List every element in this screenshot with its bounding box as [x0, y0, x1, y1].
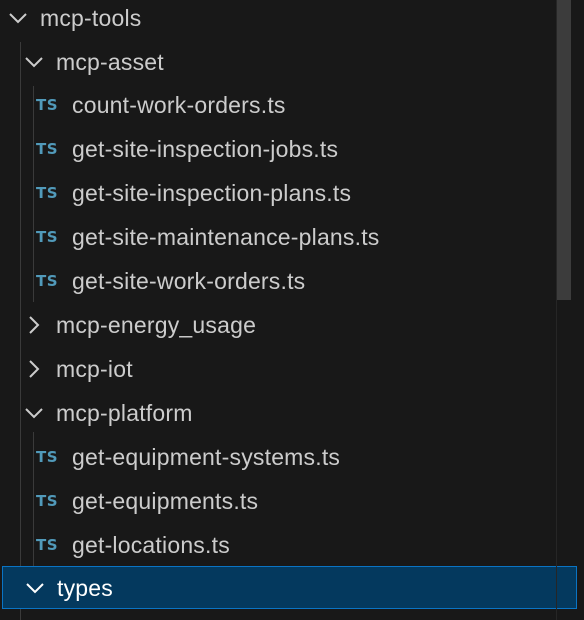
file-label: get-site-inspection-jobs.ts: [72, 136, 339, 162]
file-item[interactable]: TS get-equipments.ts: [0, 479, 556, 523]
typescript-file-icon: TS: [36, 96, 59, 114]
file-item[interactable]: TS get-locations.ts: [0, 523, 556, 567]
file-item[interactable]: TS count-work-orders.ts: [0, 83, 556, 127]
folder-label: mcp-tools: [40, 5, 142, 31]
folder-mcp-platform[interactable]: mcp-platform: [0, 391, 556, 435]
file-item[interactable]: TS get-site-work-orders.ts: [0, 259, 556, 303]
file-label: get-site-work-orders.ts: [72, 268, 306, 294]
file-item[interactable]: TS get-site-maintenance-plans.ts: [0, 215, 556, 259]
file-label: get-equipments.ts: [72, 488, 259, 514]
folder-label: mcp-asset: [56, 49, 164, 75]
chevron-down-icon[interactable]: [7, 7, 29, 29]
chevron-right-icon[interactable]: [23, 314, 45, 336]
typescript-file-icon: TS: [36, 228, 59, 246]
folder-label: mcp-energy_usage: [56, 312, 257, 338]
vertical-scrollbar[interactable]: [557, 0, 571, 300]
folder-mcp-energy-usage[interactable]: mcp-energy_usage: [0, 303, 556, 347]
file-label: get-site-inspection-plans.ts: [72, 180, 352, 206]
typescript-file-icon: TS: [36, 272, 59, 290]
folder-types[interactable]: types: [2, 566, 577, 609]
chevron-right-icon[interactable]: [23, 358, 45, 380]
file-label: get-equipment-systems.ts: [72, 444, 341, 470]
file-label: get-site-maintenance-plans.ts: [72, 224, 380, 250]
file-item[interactable]: TS get-site-inspection-jobs.ts: [0, 127, 556, 171]
file-item[interactable]: TS get-equipment-systems.ts: [0, 435, 556, 479]
file-label: get-locations.ts: [72, 532, 230, 558]
typescript-file-icon: TS: [36, 536, 59, 554]
folder-label: types: [57, 575, 113, 601]
folder-label: mcp-iot: [56, 356, 133, 382]
folder-mcp-asset[interactable]: mcp-asset: [0, 40, 556, 84]
file-explorer-tree: mcp-tools mcp-asset TS count-work-orders…: [0, 0, 584, 620]
file-label: count-work-orders.ts: [72, 92, 286, 118]
folder-label: mcp-platform: [56, 400, 193, 426]
typescript-file-icon: TS: [36, 492, 59, 510]
chevron-down-icon[interactable]: [23, 402, 45, 424]
file-item[interactable]: TS get-site-inspection-plans.ts: [0, 171, 556, 215]
chevron-down-icon[interactable]: [24, 577, 46, 599]
folder-mcp-iot[interactable]: mcp-iot: [0, 347, 556, 391]
typescript-file-icon: TS: [36, 448, 59, 466]
chevron-down-icon[interactable]: [23, 51, 45, 73]
folder-mcp-tools[interactable]: mcp-tools: [0, 0, 556, 40]
typescript-file-icon: TS: [36, 184, 59, 202]
typescript-file-icon: TS: [36, 140, 59, 158]
